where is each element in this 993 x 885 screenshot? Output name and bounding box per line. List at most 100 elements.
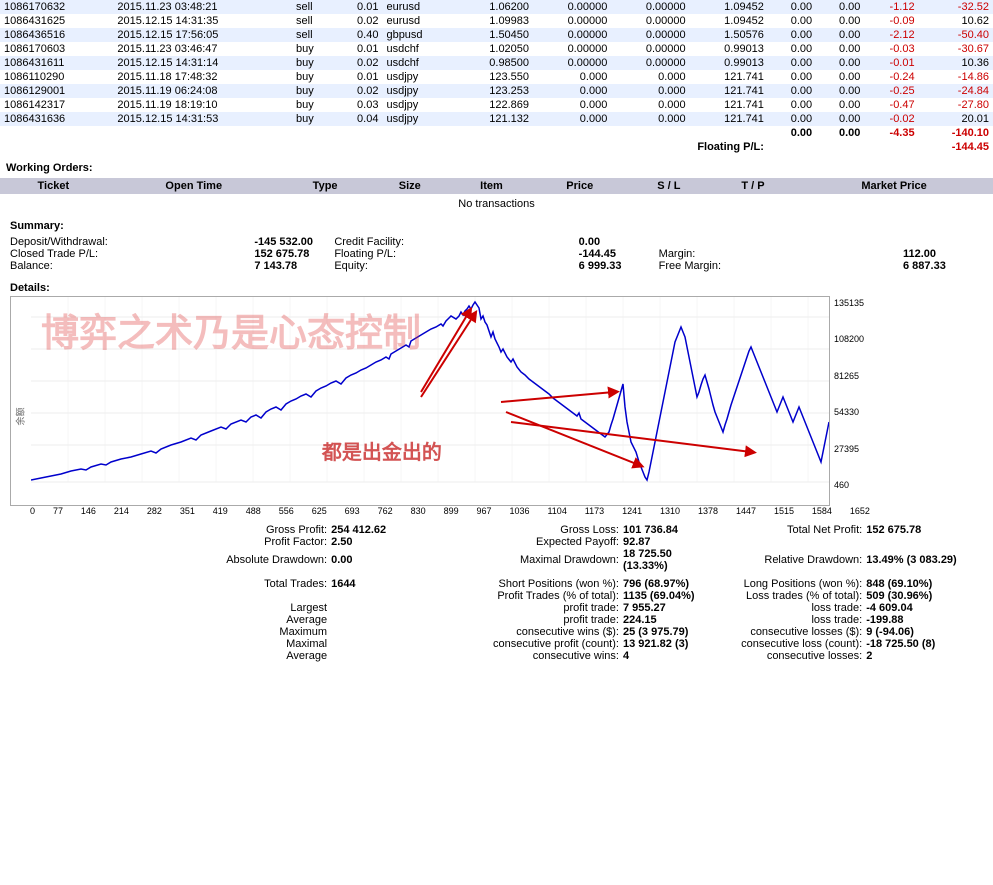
profit-trades-label: Profit Trades (% of total): (428, 590, 623, 602)
credit-value: 0.00 (579, 236, 659, 248)
gross-loss-value: 101 736.84 (623, 524, 720, 536)
x-label: 1584 (812, 506, 832, 516)
total-net-profit-label: Total Net Profit: (720, 524, 866, 536)
free-margin-row: Free Margin: 6 887.33 (659, 260, 983, 272)
max-drawdown-value: 18 725.50 (13.33%) (623, 548, 720, 572)
y-label-3: 81265 (834, 371, 864, 381)
avg-profit-trade-label: profit trade: (428, 614, 623, 626)
chart-wrapper: 余额 (10, 296, 983, 506)
trade-row: 1086170632 2015.11.23 03:48:21 sell 0.01… (0, 0, 993, 14)
equity-label: Equity: (334, 260, 368, 272)
y-axis-labels: 135135 108200 81265 54330 27395 460 (830, 296, 864, 506)
details-section: Details: 余额 (0, 278, 993, 520)
no-transactions-text: No transactions (0, 194, 993, 214)
short-positions-label: Short Positions (won %): (428, 578, 623, 590)
total-trades-value: 1644 (331, 578, 428, 590)
summary-section: Summary: Deposit/Withdrawal: -145 532.00… (0, 214, 993, 278)
avg-consec-wins-label: consecutive wins: (428, 650, 623, 662)
stats-row-average: Average profit trade: 224.15 loss trade:… (10, 614, 983, 626)
stats-row-average2: Average consecutive wins: 4 consecutive … (10, 650, 983, 662)
wo-column-header: Type (281, 178, 370, 194)
deposit-value: -145 532.00 (254, 236, 334, 248)
wo-column-header: Item (450, 178, 533, 194)
trade-row: 1086436516 2015.12.15 17:56:05 sell 0.40… (0, 28, 993, 42)
total-trades-label: Total Trades: (10, 578, 331, 590)
stats-row-trades: Total Trades: 1644 Short Positions (won … (10, 578, 983, 590)
x-axis-labels: 0771462142823514194885566256937628308999… (30, 506, 870, 516)
abs-drawdown-value: 0.00 (331, 548, 428, 572)
wo-column-header: Ticket (0, 178, 107, 194)
stats-row-maximal: Maximal consecutive profit (count): 13 9… (10, 638, 983, 650)
x-label: 214 (114, 506, 129, 516)
avg-consec-wins-value: 4 (623, 650, 720, 662)
x-label: 77 (53, 506, 63, 516)
consec-wins-s-label: consecutive wins ($): (428, 626, 623, 638)
x-label: 0 (30, 506, 35, 516)
x-label: 419 (213, 506, 228, 516)
y-label-4: 54330 (834, 407, 864, 417)
loss-trades-value: 509 (30.96%) (866, 590, 983, 602)
stats-row-factor: Profit Factor: 2.50 Expected Payoff: 92.… (10, 536, 983, 548)
avg-loss-trade-value: -199.88 (866, 614, 983, 626)
maximum-label: Maximum (10, 626, 331, 638)
short-positions-value: 796 (68.97%) (623, 578, 720, 590)
floating-pl-value: -144.45 (579, 248, 659, 260)
x-label: 1378 (698, 506, 718, 516)
stats-row-drawdown: Absolute Drawdown: 0.00 Maximal Drawdown… (10, 548, 983, 572)
x-label: 1515 (774, 506, 794, 516)
avg-profit-trade-value: 224.15 (623, 614, 720, 626)
summary-row-3: Balance: 7 143.78 Equity: 6 999.33 Free … (10, 260, 983, 272)
x-label: 1104 (547, 506, 566, 516)
closed-pl-label: Closed Trade P/L: (10, 248, 98, 260)
average-label: Average (10, 614, 331, 626)
trade-row: 1086142317 2015.11.19 18:19:10 buy 0.03 … (0, 98, 993, 112)
wo-column-header: T / P (711, 178, 795, 194)
credit-row: Credit Facility: 0.00 (334, 236, 658, 248)
avg-consec-losses-value: 2 (866, 650, 983, 662)
x-label: 488 (246, 506, 261, 516)
working-orders-section: Working Orders: TicketOpen TimeTypeSizeI… (0, 154, 993, 214)
equity-row: Equity: 6 999.33 (334, 260, 658, 272)
gross-profit-value: 254 412.62 (331, 524, 428, 536)
summary-title: Summary: (10, 220, 983, 232)
equity-value: 6 999.33 (579, 260, 659, 272)
loss-trades-label: Loss trades (% of total): (720, 590, 866, 602)
working-orders-table: TicketOpen TimeTypeSizeItemPriceS / LT /… (0, 178, 993, 214)
trades-table: 1086170632 2015.11.23 03:48:21 sell 0.01… (0, 0, 993, 154)
balance-row: Balance: 7 143.78 (10, 260, 334, 272)
stats-row-maximum: Maximum consecutive wins ($): 25 (3 975.… (10, 626, 983, 638)
profit-trades-value: 1135 (69.04%) (623, 590, 720, 602)
x-label: 282 (147, 506, 162, 516)
no-transactions-row: No transactions (0, 194, 993, 214)
y-label-6: 460 (834, 480, 864, 490)
wo-column-header: Market Price (795, 178, 993, 194)
avg-consec-losses-label: consecutive losses: (720, 650, 866, 662)
gross-profit-label: Gross Profit: (10, 524, 331, 536)
balance-label: Balance: (10, 260, 53, 272)
long-positions-label: Long Positions (won %): (720, 578, 866, 590)
x-label: 1652 (850, 506, 870, 516)
rel-drawdown-value: 13.49% (3 083.29) (866, 548, 983, 572)
margin-label: Margin: (659, 248, 696, 260)
consec-loss-label: consecutive loss (count): (720, 638, 866, 650)
loss-trade-value: -4 609.04 (866, 602, 983, 614)
deposit-row: Deposit/Withdrawal: -145 532.00 (10, 236, 334, 248)
stats-table: Gross Profit: 254 412.62 Gross Loss: 101… (10, 524, 983, 662)
free-margin-value: 6 887.33 (903, 260, 983, 272)
floating-pl-label: Floating P/L: (334, 248, 396, 260)
summary-row-2: Closed Trade P/L: 152 675.78 Floating P/… (10, 248, 983, 260)
trade-row: 1086170603 2015.11.23 03:46:47 buy 0.01 … (0, 42, 993, 56)
y-label-2: 108200 (834, 334, 864, 344)
wo-column-header: Price (533, 178, 627, 194)
x-label: 899 (444, 506, 459, 516)
trade-row: 1086110290 2015.11.18 17:48:32 buy 0.01 … (0, 70, 993, 84)
credit-label: Credit Facility: (334, 236, 404, 248)
stats-section: Gross Profit: 254 412.62 Gross Loss: 101… (0, 520, 993, 666)
x-label: 1447 (736, 506, 756, 516)
floating-pl-row: Floating P/L: -144.45 (334, 248, 658, 260)
free-margin-label: Free Margin: (659, 260, 721, 272)
x-label: 146 (81, 506, 96, 516)
loss-trade-label: loss trade: (720, 602, 866, 614)
balance-value: 7 143.78 (254, 260, 334, 272)
closed-pl-value: 152 675.78 (254, 248, 334, 260)
